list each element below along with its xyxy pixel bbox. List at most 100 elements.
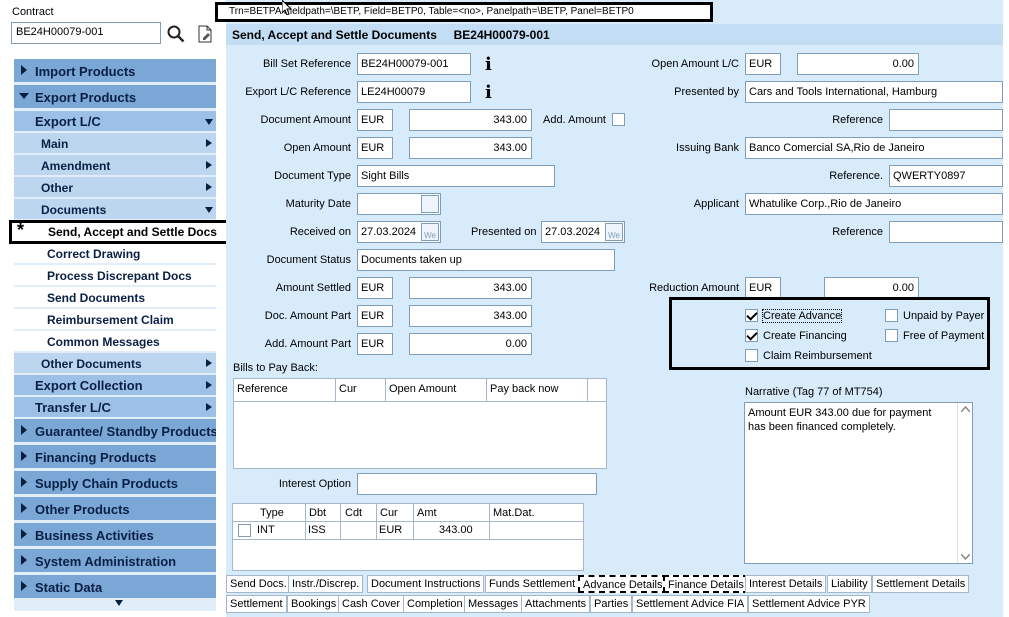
nav-export-lc[interactable]: Export L/C (14, 111, 216, 132)
search-icon[interactable] (167, 25, 185, 43)
tab-bookings[interactable]: Bookings (287, 595, 341, 613)
tab-liability[interactable]: Liability (827, 575, 872, 593)
scroll-down-arrow-icon[interactable] (961, 554, 970, 560)
tab-settlement-advice-fia[interactable]: Settlement Advice FIA (632, 595, 749, 613)
reference-field[interactable] (889, 109, 1003, 131)
column-header[interactable]: Dbt (309, 507, 326, 519)
document-amount-currency[interactable]: EUR (357, 109, 393, 131)
open-amount-field[interactable]: 343.00 (409, 137, 532, 159)
export-lc-reference-field[interactable]: LE24H00079 (357, 81, 471, 103)
nav-import-products[interactable]: Import Products (14, 59, 216, 83)
nav-supply-chain-products[interactable]: Supply Chain Products (14, 471, 216, 495)
nav-transfer-lc[interactable]: Transfer L/C (14, 397, 216, 418)
nav-guarantee-standby-products[interactable]: Guarantee/ Standby Products (14, 419, 216, 443)
scroll-up-arrow-icon[interactable] (961, 406, 970, 412)
scrollbar[interactable] (957, 403, 972, 563)
add-amount-part-field[interactable]: 0.00 (409, 333, 532, 355)
nav-other[interactable]: Other (14, 177, 216, 198)
nav-send-accept-settle-docs[interactable]: Send, Accept and Settle Docs (9, 220, 241, 244)
nav-process-discrepant-docs[interactable]: Process Discrepant Docs (14, 265, 216, 286)
column-header[interactable]: Cur (339, 383, 357, 395)
tab-completion[interactable]: Completion (403, 595, 467, 613)
column-header[interactable]: Reference (237, 383, 288, 395)
claim-reimbursement-label[interactable]: Claim Reimbursement (763, 350, 872, 362)
calendar-icon[interactable]: We (421, 223, 439, 241)
nav-financing-products[interactable]: Financing Products (14, 445, 216, 469)
bills-to-pay-back-table[interactable]: Reference Cur Open Amount Pay back now (233, 378, 607, 469)
reduction-amount-currency[interactable]: EUR (745, 277, 781, 299)
document-edit-icon[interactable] (197, 25, 213, 43)
doc-amount-part-field[interactable]: 343.00 (409, 305, 532, 327)
column-header[interactable]: Type (260, 507, 284, 519)
nav-main[interactable]: Main (14, 133, 216, 154)
nav-common-messages[interactable]: Common Messages (14, 331, 216, 352)
create-financing-label[interactable]: Create Financing (763, 330, 847, 342)
document-status-field[interactable]: Documents taken up (357, 249, 615, 271)
tab-instr-discrep[interactable]: Instr./Discrep. (288, 575, 364, 593)
tab-settlement-details[interactable]: Settlement Details (872, 575, 970, 593)
tab-advance-details[interactable]: Advance Details (578, 575, 668, 593)
open-amount-lc-field[interactable]: 0.00 (797, 53, 919, 75)
create-advance-checkbox[interactable] (745, 309, 758, 322)
issuing-bank-field[interactable]: Banco Comercial SA,Rio de Janeiro (745, 137, 1003, 159)
tab-settlement-advice-pyr[interactable]: Settlement Advice PYR (748, 595, 870, 613)
nav-system-administration[interactable]: System Administration (14, 549, 216, 573)
free-of-payment-checkbox[interactable] (885, 329, 898, 342)
add-amount-checkbox[interactable] (612, 113, 625, 126)
nav-export-collection[interactable]: Export Collection (14, 375, 216, 396)
amount-settled-field[interactable]: 343.00 (409, 277, 532, 299)
tab-cash-cover[interactable]: Cash Cover (338, 595, 405, 613)
tab-interest-details[interactable]: Interest Details (745, 575, 827, 593)
info-icon[interactable]: i (485, 54, 492, 75)
tab-finance-details[interactable]: Finance Details (663, 575, 749, 593)
nav-static-data[interactable]: Static Data (14, 575, 216, 599)
nav-export-products[interactable]: Export Products (14, 85, 216, 109)
reduction-amount-field[interactable]: 0.00 (824, 277, 919, 299)
tab-send-docs[interactable]: Send Docs. (226, 575, 291, 593)
bill-set-reference-field[interactable]: BE24H00079-001 (357, 53, 471, 75)
nav-other-documents[interactable]: Other Documents (14, 353, 216, 374)
calendar-icon[interactable]: We (605, 223, 623, 241)
tab-document-instructions[interactable]: Document Instructions (367, 575, 485, 593)
interest-option-field[interactable] (357, 473, 597, 495)
reference-field[interactable]: QWERTY0897 (889, 165, 1003, 187)
tab-settlement[interactable]: Settlement (226, 595, 287, 613)
scroll-down-arrow-icon[interactable] (115, 600, 123, 606)
applicant-field[interactable]: Whatulike Corp.,Rio de Janeiro (745, 193, 1003, 215)
column-header[interactable]: Open Amount (389, 383, 456, 395)
unpaid-by-payer-checkbox[interactable] (885, 309, 898, 322)
open-amount-lc-currency[interactable]: EUR (745, 53, 781, 75)
interest-table[interactable]: Type Dbt Cdt Cur Amt Mat.Dat. INT ISS EU… (232, 503, 584, 571)
column-header[interactable]: Amt (417, 507, 437, 519)
tab-parties[interactable]: Parties (590, 595, 633, 613)
nav-amendment[interactable]: Amendment (14, 155, 216, 176)
narrative-textarea[interactable]: Amount EUR 343.00 due for payment has be… (744, 402, 973, 564)
nav-send-documents[interactable]: Send Documents (14, 287, 216, 308)
column-header[interactable]: Cdt (345, 507, 362, 519)
contract-input[interactable]: BE24H00079-001 (11, 22, 161, 44)
nav-correct-drawing[interactable]: Correct Drawing (14, 243, 216, 264)
info-icon[interactable]: i (485, 82, 492, 103)
row-select-checkbox[interactable] (238, 524, 251, 537)
tab-attachments[interactable]: Attachments (521, 595, 591, 613)
presented-by-field[interactable]: Cars and Tools International, Hamburg (745, 81, 1003, 103)
amount-settled-currency[interactable]: EUR (357, 277, 393, 299)
claim-reimbursement-checkbox[interactable] (745, 349, 758, 362)
add-amount-part-currency[interactable]: EUR (357, 333, 393, 355)
nav-business-activities[interactable]: Business Activities (14, 523, 216, 547)
nav-reimbursement-claim[interactable]: Reimbursement Claim (14, 309, 216, 330)
column-header[interactable]: Cur (380, 507, 398, 519)
nav-other-products[interactable]: Other Products (14, 497, 216, 521)
doc-amount-part-currency[interactable]: EUR (357, 305, 393, 327)
reference-field[interactable] (889, 221, 1003, 243)
create-financing-checkbox[interactable] (745, 329, 758, 342)
tab-funds-settlement[interactable]: Funds Settlement (485, 575, 580, 593)
open-amount-currency[interactable]: EUR (357, 137, 393, 159)
free-of-payment-label[interactable]: Free of Payment (903, 330, 984, 342)
column-header[interactable]: Pay back now (490, 383, 558, 395)
tab-messages[interactable]: Messages (464, 595, 523, 613)
nav-documents[interactable]: Documents (14, 199, 216, 220)
unpaid-by-payer-label[interactable]: Unpaid by Payer (903, 310, 984, 322)
document-amount-field[interactable]: 343.00 (409, 109, 532, 131)
create-advance-label[interactable]: Create Advance (761, 309, 843, 323)
